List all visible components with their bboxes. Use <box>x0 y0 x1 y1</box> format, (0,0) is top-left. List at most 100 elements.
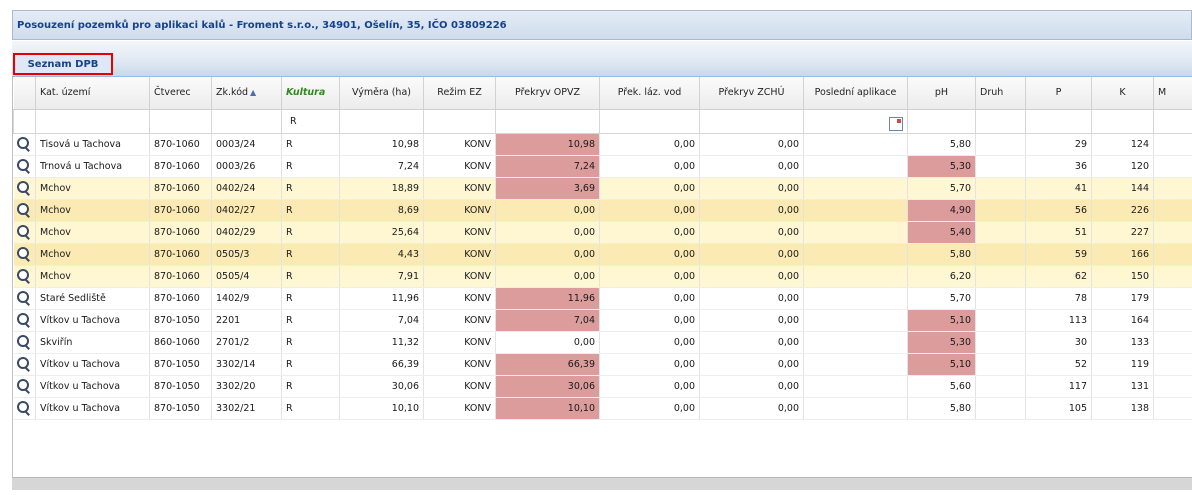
magnifier-icon[interactable] <box>16 203 30 218</box>
table-row[interactable]: Mchov 870-1060 0402/24 R 18,89 KONV 3,69… <box>13 177 1192 200</box>
cell-zk-kod: 2201 <box>211 309 282 332</box>
cell-ph: 5,10 <box>907 353 976 376</box>
date-picker-icon[interactable] <box>889 116 903 131</box>
filter-p[interactable] <box>1025 108 1092 134</box>
cell-ctverec: 870-1050 <box>149 375 212 398</box>
filter-kultura-value: R <box>290 115 297 127</box>
cell-vymera: 25,64 <box>339 221 424 244</box>
cell-kultura: R <box>281 155 340 178</box>
filter-ctverec[interactable] <box>149 108 212 134</box>
column-header-druh[interactable]: Druh <box>975 77 1026 110</box>
filter-zk-kod[interactable] <box>211 108 282 134</box>
column-header-zk-kod[interactable]: Zk.kód ▲ <box>211 77 282 110</box>
magnifier-icon[interactable] <box>16 357 30 372</box>
column-header-prek-laz-vod[interactable]: Přek. láz. vod <box>599 77 700 110</box>
grid-table: Kat. území Čtverec Zk.kód ▲ Kultura Výměr… <box>13 77 1192 420</box>
cell-rezim-ez: KONV <box>423 155 496 178</box>
cell-posledni-aplikace <box>803 375 908 398</box>
cell-kat-uzemi: Staré Sedliště <box>35 287 150 310</box>
cell-prek-laz-vod: 0,00 <box>599 331 700 354</box>
magnifier-icon[interactable] <box>16 379 30 394</box>
column-header-kat-uzemi[interactable]: Kat. území <box>35 77 150 110</box>
magnifier-icon[interactable] <box>16 137 30 152</box>
column-header-posledni-aplikace[interactable]: Poslední aplikace <box>803 77 908 110</box>
cell-posledni-aplikace <box>803 155 908 178</box>
magnifier-icon[interactable] <box>16 159 30 174</box>
table-row[interactable]: Tisová u Tachova 870-1060 0003/24 R 10,9… <box>13 133 1192 156</box>
cell-posledni-aplikace <box>803 353 908 376</box>
row-detail-button[interactable] <box>13 287 36 310</box>
row-detail-button[interactable] <box>13 375 36 398</box>
magnifier-icon[interactable] <box>16 335 30 350</box>
magnifier-icon[interactable] <box>16 225 30 240</box>
column-header-k[interactable]: K <box>1091 77 1154 110</box>
cell-rezim-ez: KONV <box>423 287 496 310</box>
filter-kultura[interactable]: R <box>281 108 340 134</box>
cell-prekryv-zchu: 0,00 <box>699 287 804 310</box>
filter-prek-laz-vod[interactable] <box>599 108 700 134</box>
cell-posledni-aplikace <box>803 221 908 244</box>
column-header-ph[interactable]: pH <box>907 77 976 110</box>
cell-p: 56 <box>1025 199 1092 222</box>
table-row[interactable]: Trnová u Tachova 870-1060 0003/26 R 7,24… <box>13 155 1192 178</box>
table-row[interactable]: Staré Sedliště 870-1060 1402/9 R 11,96 K… <box>13 287 1192 310</box>
table-row[interactable]: Vítkov u Tachova 870-1050 2201 R 7,04 KO… <box>13 309 1192 332</box>
row-detail-button[interactable] <box>13 177 36 200</box>
cell-posledni-aplikace <box>803 177 908 200</box>
column-header-label: K <box>1119 87 1126 99</box>
row-detail-button[interactable] <box>13 199 36 222</box>
filter-k[interactable] <box>1091 108 1154 134</box>
column-header-label: Překryv ZCHÚ <box>718 87 785 99</box>
column-header-vymera[interactable]: Výměra (ha) <box>339 77 424 110</box>
row-detail-button[interactable] <box>13 221 36 244</box>
cell-rezim-ez: KONV <box>423 243 496 266</box>
table-row[interactable]: Mchov 870-1060 0402/29 R 25,64 KONV 0,00… <box>13 221 1192 244</box>
table-row[interactable]: Vítkov u Tachova 870-1050 3302/14 R 66,3… <box>13 353 1192 376</box>
cell-kat-uzemi: Mchov <box>35 221 150 244</box>
magnifier-icon[interactable] <box>16 313 30 328</box>
filter-ph[interactable] <box>907 108 976 134</box>
cell-kultura: R <box>281 375 340 398</box>
column-header-ctverec[interactable]: Čtverec <box>149 77 212 110</box>
magnifier-icon[interactable] <box>16 247 30 262</box>
column-header-kultura[interactable]: Kultura <box>281 77 340 110</box>
row-detail-button[interactable] <box>13 243 36 266</box>
row-detail-button[interactable] <box>13 353 36 376</box>
table-row[interactable]: Mchov 870-1060 0505/4 R 7,91 KONV 0,00 0… <box>13 265 1192 288</box>
cell-druh <box>975 265 1026 288</box>
row-detail-button[interactable] <box>13 397 36 420</box>
filter-druh[interactable] <box>975 108 1026 134</box>
cell-m <box>1153 221 1192 244</box>
row-detail-button[interactable] <box>13 155 36 178</box>
filter-kat-uzemi[interactable] <box>35 108 150 134</box>
magnifier-icon[interactable] <box>16 181 30 196</box>
table-row[interactable]: Mchov 870-1060 0505/3 R 4,43 KONV 0,00 0… <box>13 243 1192 266</box>
row-detail-button[interactable] <box>13 331 36 354</box>
magnifier-icon[interactable] <box>16 269 30 284</box>
cell-p: 59 <box>1025 243 1092 266</box>
tab-seznam-dpb[interactable]: Seznam DPB <box>13 53 113 75</box>
magnifier-icon[interactable] <box>16 291 30 306</box>
table-row[interactable]: Vítkov u Tachova 870-1050 3302/20 R 30,0… <box>13 375 1192 398</box>
row-detail-button[interactable] <box>13 309 36 332</box>
row-detail-button[interactable] <box>13 133 36 156</box>
table-row[interactable]: Mchov 870-1060 0402/27 R 8,69 KONV 0,00 … <box>13 199 1192 222</box>
filter-vymera[interactable] <box>339 108 424 134</box>
column-header-p[interactable]: P <box>1025 77 1092 110</box>
filter-prekryv-opvz[interactable] <box>495 108 600 134</box>
cell-posledni-aplikace <box>803 331 908 354</box>
filter-posledni-aplikace[interactable] <box>803 108 908 134</box>
magnifier-icon[interactable] <box>16 401 30 416</box>
filter-rezim-ez[interactable] <box>423 108 496 134</box>
table-row[interactable]: Skviřín 860-1060 2701/2 R 11,32 KONV 0,0… <box>13 331 1192 354</box>
filter-prekryv-zchu[interactable] <box>699 108 804 134</box>
table-row[interactable]: Vítkov u Tachova 870-1050 3302/21 R 10,1… <box>13 397 1192 420</box>
filter-m[interactable] <box>1153 108 1192 134</box>
column-header-m[interactable]: M <box>1153 77 1192 110</box>
row-detail-button[interactable] <box>13 265 36 288</box>
cell-prek-laz-vod: 0,00 <box>599 287 700 310</box>
horizontal-scrollbar[interactable] <box>12 477 1192 490</box>
column-header-prekryv-zchu[interactable]: Překryv ZCHÚ <box>699 77 804 110</box>
column-header-rezim-ez[interactable]: Režim EZ <box>423 77 496 110</box>
column-header-prekryv-opvz[interactable]: Překryv OPVZ <box>495 77 600 110</box>
